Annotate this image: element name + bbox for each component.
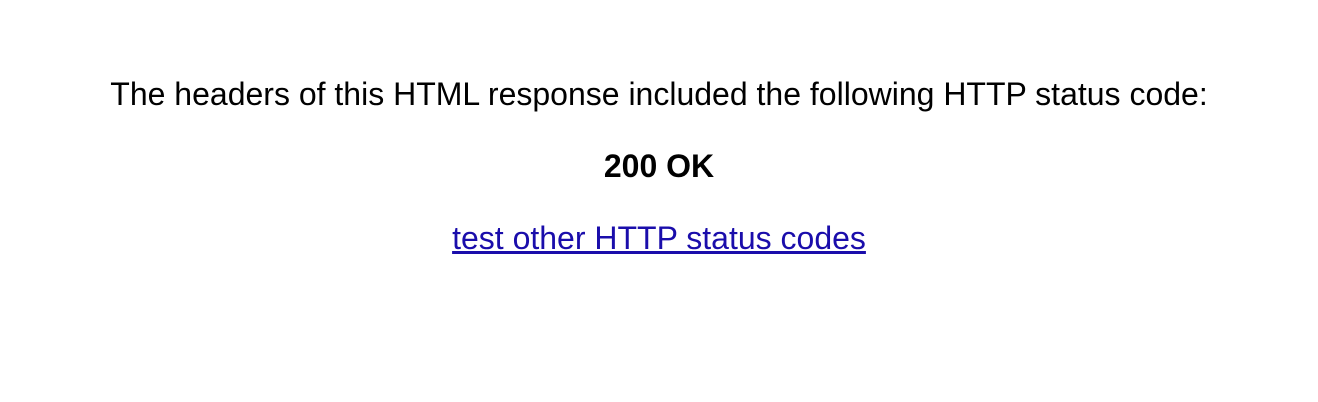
status-code: 200 OK	[603, 148, 715, 184]
link-container: test other HTTP status codes	[0, 218, 1318, 258]
test-other-status-codes-link[interactable]: test other HTTP status codes	[452, 220, 866, 256]
status-page: The headers of this HTML response includ…	[0, 0, 1318, 402]
intro-text: The headers of this HTML response includ…	[110, 76, 1208, 112]
